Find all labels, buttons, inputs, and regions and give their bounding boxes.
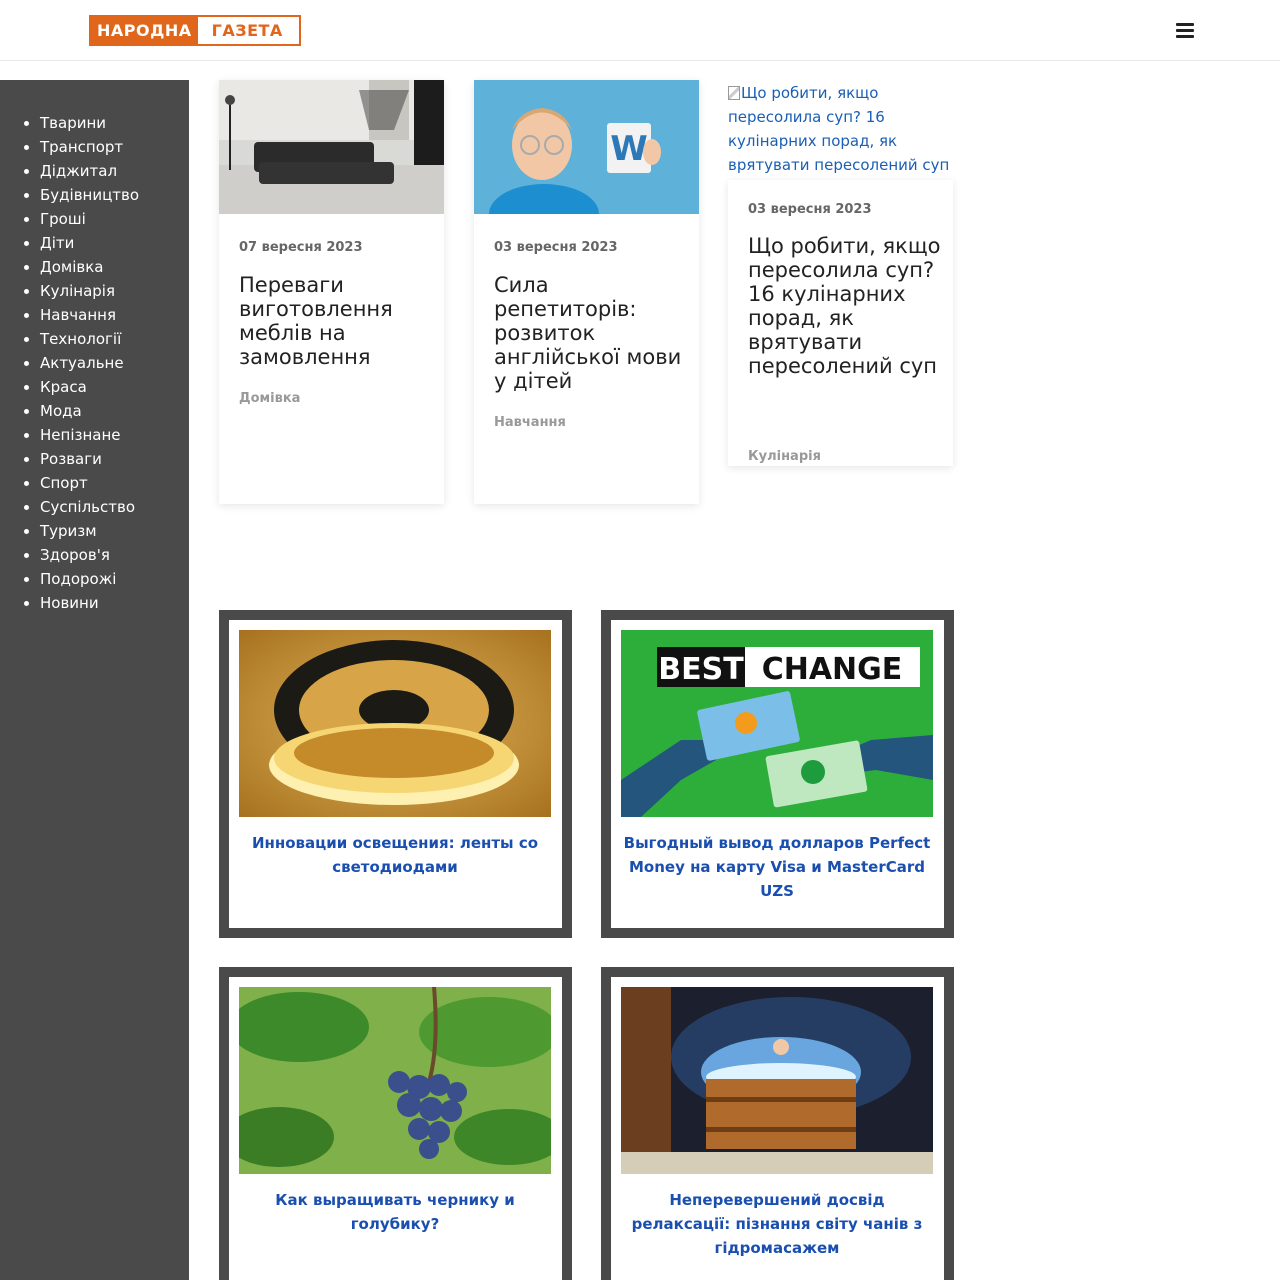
sidebar-item-link[interactable]: Краса [40,378,87,396]
sidebar-item[interactable]: Здоров'я [24,543,139,567]
sidebar-item-link[interactable]: Подорожі [40,570,116,588]
article-title[interactable]: Переваги виготовлення меблів на замовлен… [239,273,434,369]
sidebar-item-link[interactable]: Суспільство [40,498,135,516]
article-date: 03 вересня 2023 [494,240,618,255]
sidebar-item[interactable]: Туризм [24,519,139,543]
sidebar-item-link[interactable]: Здоров'я [40,546,110,564]
broken-image-icon [728,86,740,100]
logo-text-part1: НАРОДНА [91,17,198,44]
sidebar-item[interactable]: Новини [24,591,139,615]
sidebar-item-link[interactable]: Тварини [40,114,106,132]
promo-title[interactable]: Как выращивать чернику и голубику? [239,1188,551,1236]
sidebar-item[interactable]: Непізнане [24,423,139,447]
sidebar-item[interactable]: Актуальне [24,351,139,375]
promo-title[interactable]: Выгодный вывод долларов Perfect Money на… [621,831,933,903]
sidebar-item-link[interactable]: Діти [40,234,74,252]
broken-image-alt[interactable]: Що робити, якщо пересолила суп? 16 кулін… [728,81,953,177]
article-date: 03 вересня 2023 [748,202,872,217]
promo-card[interactable]: Как выращивать чернику и голубику? [219,967,572,1280]
sidebar-item-link[interactable]: Мода [40,402,82,420]
promo-card[interactable]: Инновации освещения: ленты со светодиода… [219,610,572,938]
sidebar-item-link[interactable]: Непізнане [40,426,121,444]
site-logo[interactable]: НАРОДНА ГАЗЕТА [89,15,301,46]
article-date: 07 вересня 2023 [239,240,363,255]
sidebar-item[interactable]: Суспільство [24,495,139,519]
sidebar-item-link[interactable]: Розваги [40,450,102,468]
sidebar-item-link[interactable]: Актуальне [40,354,124,372]
site-header: НАРОДНА ГАЗЕТА [0,0,1280,61]
sidebar-item-link[interactable]: Кулінарія [40,282,115,300]
sidebar-item-link[interactable]: Домівка [40,258,103,276]
sidebar-item-link[interactable]: Технології [40,330,121,348]
sidebar-item[interactable]: Діти [24,231,139,255]
sofa-interior-photo[interactable] [219,80,444,214]
logo-text-part2: ГАЗЕТА [197,17,299,44]
sidebar-item[interactable]: Розваги [24,447,139,471]
category-list: Тварини Транспорт Діджитал Будівництво Г… [24,111,139,615]
sidebar-item-link[interactable]: Будівництво [40,186,139,204]
article-category[interactable]: Кулінарія [748,449,821,464]
sidebar-item-link[interactable]: Діджитал [40,162,117,180]
broken-image-alt-text[interactable]: Що робити, якщо пересолила суп? 16 кулін… [728,84,949,174]
article-title[interactable]: Що робити, якщо пересолила суп? 16 кулін… [748,234,948,378]
sidebar-item[interactable]: Спорт [24,471,139,495]
led-strip-reel-photo[interactable] [239,630,551,817]
sidebar-item-link[interactable]: Спорт [40,474,88,492]
sidebar-item[interactable]: Навчання [24,303,139,327]
promo-card[interactable]: BEST CHANGE Выгодный вывод долларов Perf… [601,610,954,938]
sidebar-item-link[interactable]: Туризм [40,522,97,540]
sidebar-item[interactable]: Мода [24,399,139,423]
article-card[interactable]: W 03 вересня 2023 Сила репетиторів: розв… [474,80,699,504]
hot-tub-photo[interactable] [621,987,933,1174]
svg-text:W: W [610,129,648,169]
sidebar-item-link[interactable]: Гроші [40,210,86,228]
sidebar-item[interactable]: Кулінарія [24,279,139,303]
banner-word-best: BEST [658,652,744,687]
sidebar-item[interactable]: Подорожі [24,567,139,591]
promo-title[interactable]: Неперевершений досвід релаксації: пізнан… [621,1188,933,1260]
sidebar-item-link[interactable]: Навчання [40,306,116,324]
category-sidebar: Тварини Транспорт Діджитал Будівництво Г… [0,80,189,1280]
sidebar-item-link[interactable]: Новини [40,594,99,612]
article-category[interactable]: Навчання [494,415,566,430]
article-category[interactable]: Домівка [239,391,300,406]
article-card[interactable]: 07 вересня 2023 Переваги виготовлення ме… [219,80,444,504]
sidebar-item-link[interactable]: Транспорт [40,138,123,156]
sidebar-item[interactable]: Гроші [24,207,139,231]
sidebar-item[interactable]: Транспорт [24,135,139,159]
promo-card[interactable]: Неперевершений досвід релаксації: пізнан… [601,967,954,1280]
sidebar-item[interactable]: Тварини [24,111,139,135]
bestchange-banner[interactable]: BEST CHANGE [621,630,933,817]
hamburger-icon[interactable] [1176,21,1196,39]
boy-with-letter-card-photo[interactable]: W [474,80,699,214]
sidebar-item[interactable]: Будівництво [24,183,139,207]
sidebar-item[interactable]: Діджитал [24,159,139,183]
article-title[interactable]: Сила репетиторів: розвиток англійської м… [494,273,689,393]
sidebar-item[interactable]: Домівка [24,255,139,279]
blueberries-photo[interactable] [239,987,551,1174]
article-card[interactable]: 03 вересня 2023 Що робити, якщо пересоли… [728,180,953,466]
sidebar-item[interactable]: Технології [24,327,139,351]
sidebar-item[interactable]: Краса [24,375,139,399]
promo-title[interactable]: Инновации освещения: ленты со светодиода… [239,831,551,879]
banner-word-change: CHANGE [762,652,903,687]
